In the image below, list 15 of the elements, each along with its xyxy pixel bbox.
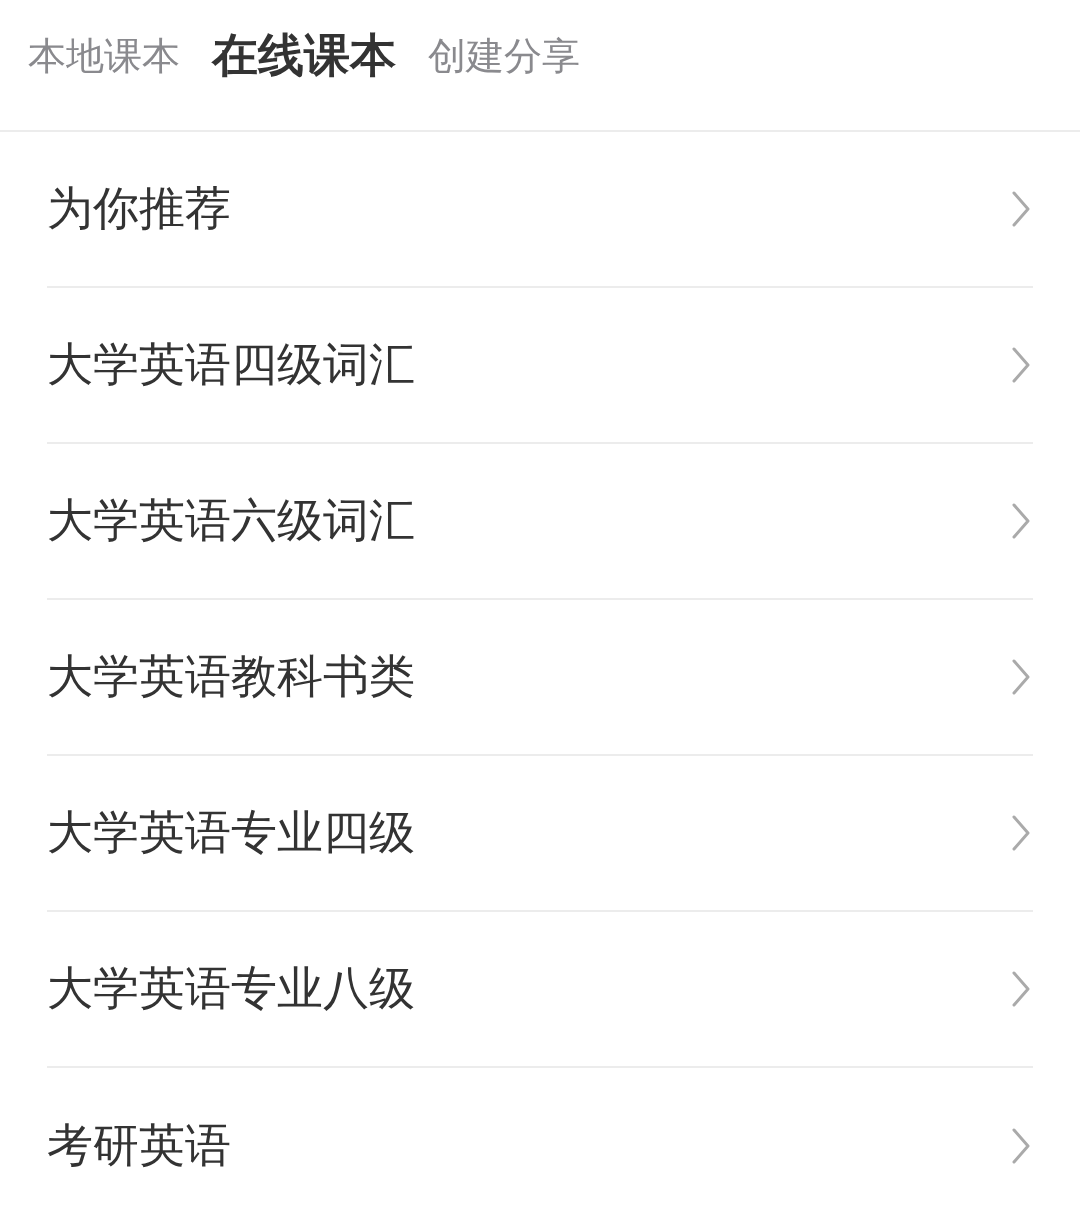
list-item[interactable]: 大学英语专业四级 [47,756,1033,912]
list-item[interactable]: 大学英语专业八级 [47,912,1033,1068]
list-item[interactable]: 为你推荐 [47,132,1033,288]
list-item[interactable]: 大学英语六级词汇 [47,444,1033,600]
chevron-right-icon [1011,190,1031,228]
chevron-right-icon [1011,1127,1031,1165]
list-item[interactable]: 大学英语教科书类 [47,600,1033,756]
list-item[interactable]: 考研英语 [47,1068,1033,1224]
tab[interactable]: 在线课本 [212,25,396,87]
chevron-right-icon [1011,502,1031,540]
chevron-right-icon [1011,814,1031,852]
list-item[interactable]: 大学英语四级词汇 [47,288,1033,444]
chevron-right-icon [1011,970,1031,1008]
chevron-right-icon [1011,346,1031,384]
chevron-right-icon [1011,658,1031,696]
